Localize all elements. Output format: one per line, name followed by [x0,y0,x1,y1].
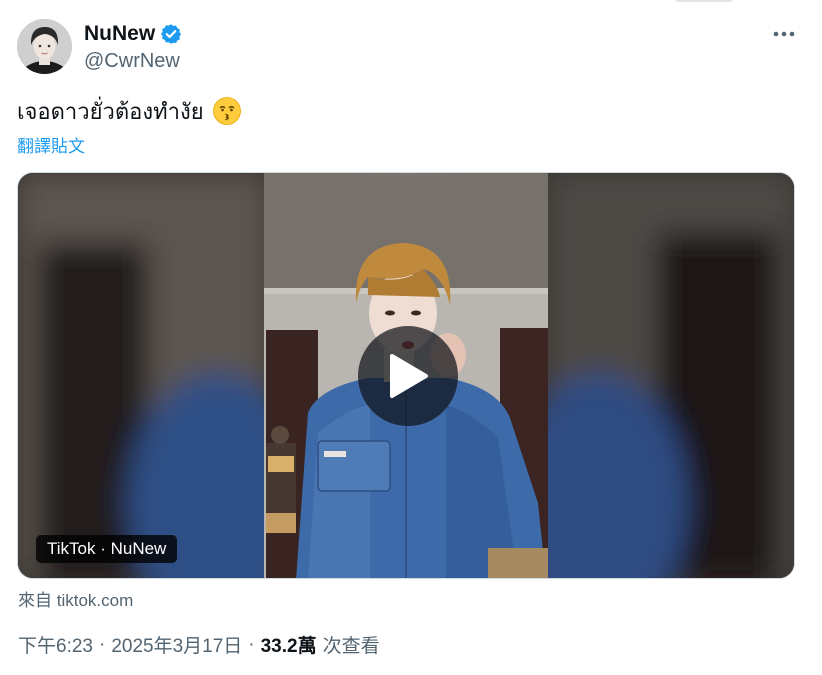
post-text: เจอดาวยั่วต้องทำงัย [17,98,204,124]
link-source-domain[interactable]: 來自 tiktok.com [18,586,133,611]
more-dots-icon [773,31,795,37]
post-meta: 下午6:23 · 2025年3月17日 · 33.2萬 次查看 [18,631,380,658]
views-label: 次查看 [322,636,380,657]
play-button[interactable] [358,326,458,426]
avatar-image [17,19,72,74]
tweet-detail: NuNew @CwrNew เจอดาวยั่วต้องทำงัย 翻譯貼文 T… [0,0,822,675]
author-handle[interactable]: @CwrNew [84,50,180,73]
display-name[interactable]: NuNew [84,22,155,46]
post-text-row: เจอดาวยั่วต้องทำงัย [17,94,242,128]
video-player[interactable]: TikTok · NuNew [17,172,795,579]
play-icon [390,354,428,398]
meta-separator: · [98,633,106,655]
author-name-row[interactable]: NuNew [84,21,182,47]
verified-badge-icon [161,24,182,44]
views-count: 33.2萬 [260,636,317,657]
top-toolbar-edge [676,0,732,2]
media-source-badge: TikTok · NuNew [36,535,178,563]
kissing-face-emoji-icon [212,97,241,125]
more-options-button[interactable] [766,20,802,48]
translate-post-link[interactable]: 翻譯貼文 [17,132,85,157]
meta-separator-2: · [248,633,255,655]
post-time[interactable]: 下午6:23 [18,631,93,658]
avatar[interactable] [17,19,72,74]
post-date[interactable]: 2025年3月17日 [111,631,242,658]
